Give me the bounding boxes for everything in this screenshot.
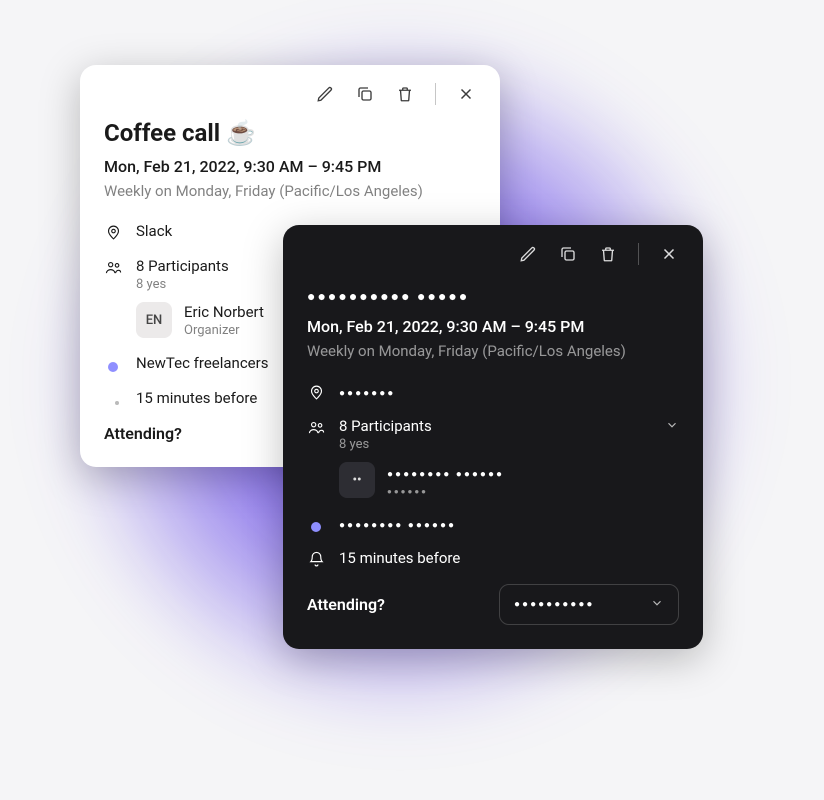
- delete-button[interactable]: [395, 84, 415, 104]
- trash-icon: [396, 85, 414, 103]
- participants-count: 8 Participants: [339, 417, 651, 435]
- calendar-color-dot: [311, 522, 321, 532]
- attending-label: Attending?: [307, 595, 385, 614]
- event-recurrence: Weekly on Monday, Friday (Pacific/Los An…: [307, 342, 679, 360]
- copy-button[interactable]: [355, 84, 375, 104]
- location-redacted: ●●●●●●●: [339, 388, 395, 399]
- attending-dropdown[interactable]: ●●●●●●●●●●: [499, 584, 679, 625]
- close-button[interactable]: [456, 84, 476, 104]
- copy-icon: [356, 85, 374, 103]
- participants-sub: 8 yes: [339, 437, 651, 452]
- avatar: ••: [339, 462, 375, 498]
- edit-button[interactable]: [315, 84, 335, 104]
- attending-row: Attending? ●●●●●●●●●●: [307, 584, 679, 625]
- event-recurrence: Weekly on Monday, Friday (Pacific/Los An…: [104, 182, 476, 200]
- chevron-down-icon[interactable]: [665, 417, 679, 436]
- delete-button[interactable]: [598, 244, 618, 264]
- copy-icon: [559, 245, 577, 263]
- people-icon: [307, 418, 325, 436]
- event-title: Coffee call ☕: [104, 119, 476, 147]
- organizer-role-redacted: ●●●●●●: [387, 487, 428, 496]
- trash-icon: [599, 245, 617, 263]
- chevron-down-icon: [650, 595, 664, 614]
- toolbar: [104, 83, 476, 105]
- pencil-icon: [519, 245, 537, 263]
- reminder-row: 15 minutes before: [307, 549, 679, 568]
- people-icon: [104, 258, 122, 276]
- location-icon: [104, 223, 122, 241]
- organizer-role: Organizer: [184, 323, 264, 338]
- location-icon: [307, 383, 325, 401]
- pencil-icon: [316, 85, 334, 103]
- copy-button[interactable]: [558, 244, 578, 264]
- reminder-value: 15 minutes before: [339, 549, 679, 567]
- dropdown-value-redacted: ●●●●●●●●●●: [514, 599, 594, 610]
- edit-button[interactable]: [518, 244, 538, 264]
- calendar-color-dot: [108, 362, 118, 372]
- calendar-redacted: ●●●●●●●● ●●●●●●: [339, 520, 456, 531]
- event-title-redacted: ●●●●●●●●●● ●●●●●: [307, 279, 679, 307]
- organizer-name: Eric Norbert: [184, 303, 264, 321]
- event-datetime: Mon, Feb 21, 2022, 9:30 AM – 9:45 PM: [104, 157, 476, 176]
- close-icon: [660, 245, 678, 263]
- event-card-dark: ●●●●●●●●●● ●●●●● Mon, Feb 21, 2022, 9:30…: [283, 225, 703, 649]
- event-datetime: Mon, Feb 21, 2022, 9:30 AM – 9:45 PM: [307, 317, 679, 336]
- close-button[interactable]: [659, 244, 679, 264]
- location-row: ●●●●●●●: [307, 382, 679, 401]
- organizer: •• ●●●●●●●● ●●●●●● ●●●●●●: [339, 462, 651, 498]
- reminder-dot: [115, 401, 119, 405]
- calendar-row: ●●●●●●●● ●●●●●●: [307, 514, 679, 533]
- toolbar-divider: [638, 243, 639, 265]
- avatar: EN: [136, 302, 172, 338]
- attending-label: Attending?: [104, 424, 182, 443]
- participants-row[interactable]: 8 Participants 8 yes •• ●●●●●●●● ●●●●●● …: [307, 417, 679, 498]
- organizer-name-redacted: ●●●●●●●● ●●●●●●: [387, 469, 504, 480]
- toolbar: [307, 243, 679, 265]
- bell-icon: [307, 550, 325, 568]
- toolbar-divider: [435, 83, 436, 105]
- close-icon: [457, 85, 475, 103]
